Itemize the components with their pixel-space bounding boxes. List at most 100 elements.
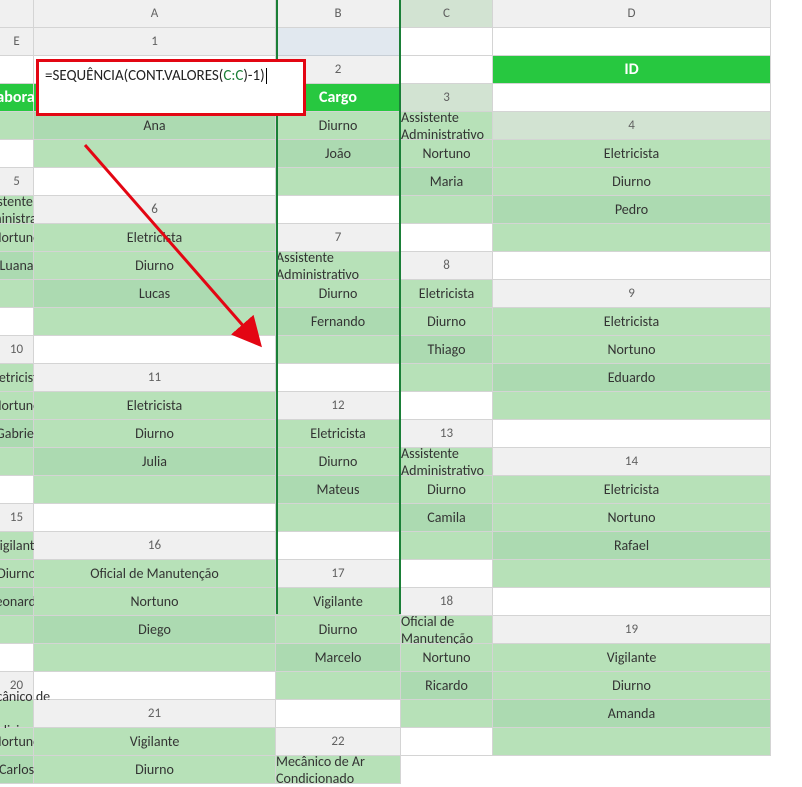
cell-E8[interactable]: Eletricista <box>401 280 493 308</box>
cell-D7[interactable]: Diurno <box>34 252 276 280</box>
row-header-6[interactable]: 6 <box>34 196 276 224</box>
cell-D13[interactable]: Diurno <box>276 448 401 476</box>
cell-E19[interactable]: Vigilante <box>493 644 771 672</box>
cell-E16[interactable]: Oficial de Manutenção <box>34 560 276 588</box>
cell-C8[interactable]: Lucas <box>34 280 276 308</box>
cell-D6[interactable]: Nortuno <box>0 224 34 252</box>
cell-D8[interactable]: Diurno <box>276 280 401 308</box>
cell-E21[interactable]: Vigilante <box>34 728 276 756</box>
cell-A4[interactable] <box>0 140 34 168</box>
cell-B19[interactable] <box>34 644 276 672</box>
cell-C16[interactable]: Rafael <box>493 532 771 560</box>
row-header-9[interactable]: 9 <box>493 280 771 308</box>
cell-D21[interactable]: Nortuno <box>0 728 34 756</box>
cell-B12[interactable] <box>493 392 771 420</box>
cell-A18[interactable] <box>493 588 771 616</box>
cell-A2[interactable] <box>401 56 493 84</box>
cell-A21[interactable] <box>276 700 401 728</box>
cell-E5[interactable]: Assistente Administrativo <box>0 196 34 224</box>
cell-C21[interactable]: Amanda <box>493 700 771 728</box>
cell-D19[interactable]: Nortuno <box>401 644 493 672</box>
cell-D1[interactable] <box>0 56 34 84</box>
cell-B13[interactable] <box>0 448 34 476</box>
row-header-16[interactable]: 16 <box>34 532 276 560</box>
cell-D9[interactable]: Diurno <box>401 308 493 336</box>
cell-E9[interactable]: Eletricista <box>493 308 771 336</box>
cell-A22[interactable] <box>401 728 493 756</box>
cell-C5[interactable]: Maria <box>401 168 493 196</box>
cell-D16[interactable]: Diurno <box>0 560 34 588</box>
cell-D3[interactable]: Diurno <box>276 112 401 140</box>
cell-D14[interactable]: Diurno <box>401 476 493 504</box>
col-header-B[interactable]: B <box>276 0 401 28</box>
cell-C20[interactable]: Ricardo <box>401 672 493 700</box>
col-header-D[interactable]: D <box>493 0 771 28</box>
cell-C2[interactable]: Colaborador <box>0 84 34 112</box>
cell-A6[interactable] <box>276 196 401 224</box>
cell-E14[interactable]: Eletricista <box>493 476 771 504</box>
cell-D4[interactable]: Nortuno <box>401 140 493 168</box>
row-header-12[interactable]: 12 <box>276 392 401 420</box>
cell-C7[interactable]: Luana <box>0 252 34 280</box>
cell-B20[interactable] <box>276 672 401 700</box>
cell-C17[interactable]: Leonardo <box>0 588 34 616</box>
row-header-14[interactable]: 14 <box>493 448 771 476</box>
cell-C13[interactable]: Julia <box>34 448 276 476</box>
cell-E11[interactable]: Eletricista <box>34 392 276 420</box>
cell-D22[interactable]: Diurno <box>34 756 276 784</box>
cell-D5[interactable]: Diurno <box>493 168 771 196</box>
row-header-19[interactable]: 19 <box>493 616 771 644</box>
cell-A13[interactable] <box>493 420 771 448</box>
cell-B8[interactable] <box>0 280 34 308</box>
cell-E22[interactable]: Mecânico de Ar Condicionado <box>276 756 401 784</box>
cell-A9[interactable] <box>0 308 34 336</box>
cell-E10[interactable]: Eletricista <box>0 364 34 392</box>
col-header-E[interactable]: E <box>0 28 34 56</box>
cell-B18[interactable] <box>0 616 34 644</box>
cell-A8[interactable] <box>493 252 771 280</box>
cell-A19[interactable] <box>0 644 34 672</box>
cell-C6[interactable]: Pedro <box>493 196 771 224</box>
row-header-21[interactable]: 21 <box>34 700 276 728</box>
cell-C4[interactable]: João <box>276 140 401 168</box>
col-header-C[interactable]: C <box>401 0 493 28</box>
row-header-8[interactable]: 8 <box>401 252 493 280</box>
cell-E3[interactable]: Assistente Administrativo <box>401 112 493 140</box>
cell-B4[interactable] <box>34 140 276 168</box>
cell-C9[interactable]: Fernando <box>276 308 401 336</box>
cell-C12[interactable]: Gabriel <box>0 420 34 448</box>
cell-B5[interactable] <box>276 168 401 196</box>
cell-C10[interactable]: Thiago <box>401 336 493 364</box>
cell-E12[interactable]: Eletricista <box>276 420 401 448</box>
cell-E7[interactable]: Assistente Administrativo <box>276 252 401 280</box>
cell-A20[interactable] <box>34 672 276 700</box>
cell-C18[interactable]: Diego <box>34 616 276 644</box>
cell-A12[interactable] <box>401 392 493 420</box>
cell-A1[interactable] <box>276 28 401 56</box>
cell-D10[interactable]: Nortuno <box>493 336 771 364</box>
col-header-A[interactable]: A <box>34 0 276 28</box>
cell-E6[interactable]: Eletricista <box>34 224 276 252</box>
cell-C19[interactable]: Marcelo <box>276 644 401 672</box>
cell-D20[interactable]: Diurno <box>493 672 771 700</box>
cell-D11[interactable]: Nortuno <box>0 392 34 420</box>
cell-C14[interactable]: Mateus <box>276 476 401 504</box>
cell-A5[interactable] <box>34 168 276 196</box>
cell-B14[interactable] <box>34 476 276 504</box>
cell-B15[interactable] <box>276 504 401 532</box>
cell-B16[interactable] <box>401 532 493 560</box>
cell-A15[interactable] <box>34 504 276 532</box>
cell-E15[interactable]: Vigilante <box>0 532 34 560</box>
cell-E20[interactable]: Mecânico de Ar Condicionado <box>0 700 34 728</box>
cell-B7[interactable] <box>493 224 771 252</box>
select-all-corner[interactable] <box>0 0 34 28</box>
cell-C22[interactable]: Carlos <box>0 756 34 784</box>
cell-B22[interactable] <box>493 728 771 756</box>
cell-D17[interactable]: Nortuno <box>34 588 276 616</box>
cell-B9[interactable] <box>34 308 276 336</box>
cell-C15[interactable]: Camila <box>401 504 493 532</box>
cell-B2[interactable]: ID <box>493 56 771 84</box>
cell-D12[interactable]: Diurno <box>34 420 276 448</box>
cell-A16[interactable] <box>276 532 401 560</box>
row-header-20[interactable]: 20 <box>0 672 34 700</box>
